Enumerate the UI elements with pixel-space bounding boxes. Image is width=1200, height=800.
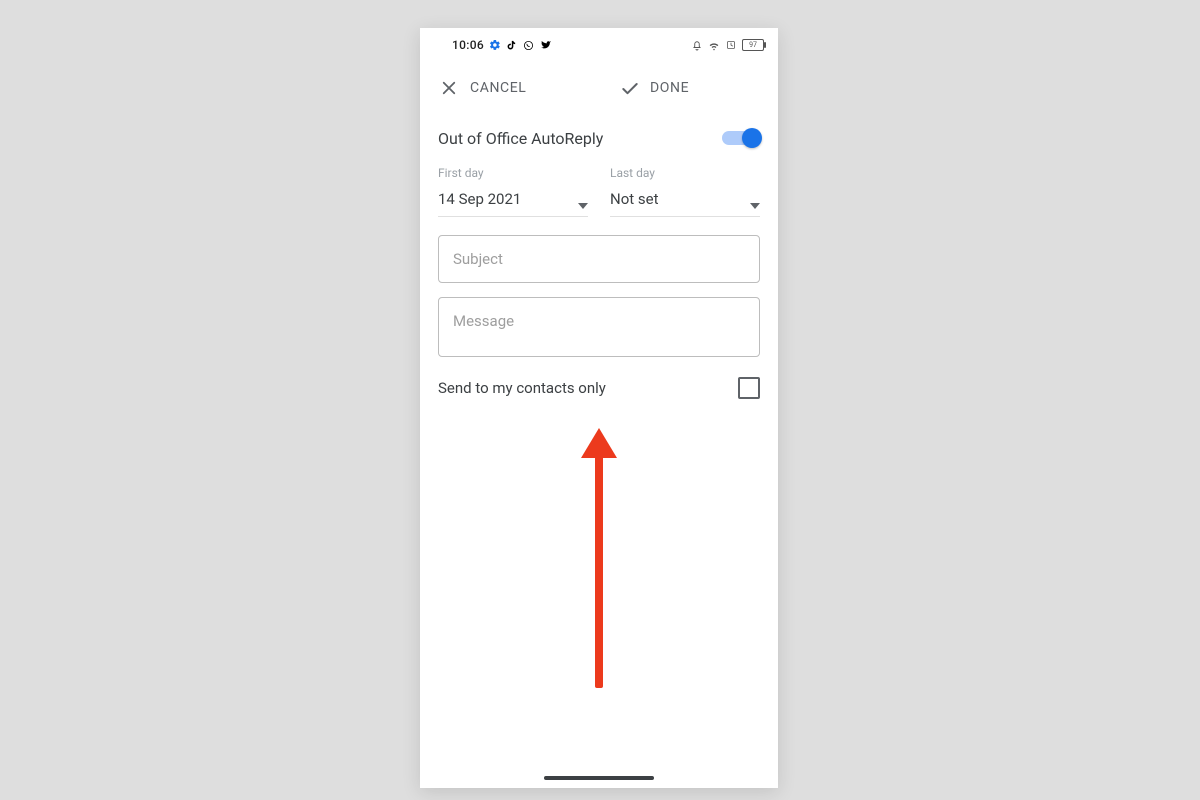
message-input[interactable]: Message <box>438 297 760 357</box>
home-indicator <box>544 776 654 780</box>
status-time: 10:06 <box>452 38 484 52</box>
last-day-value: Not set <box>610 190 659 208</box>
charge-icon <box>725 39 737 51</box>
message-placeholder: Message <box>453 312 514 330</box>
autoreply-toggle-row: Out of Office AutoReply <box>438 122 760 166</box>
first-day-label: First day <box>438 166 588 180</box>
last-day-label: Last day <box>610 166 760 180</box>
subject-placeholder: Subject <box>453 250 503 268</box>
wifi-icon <box>708 39 720 51</box>
settings-content: Out of Office AutoReply First day 14 Sep… <box>420 114 778 405</box>
twitter-icon <box>540 39 552 51</box>
status-bar: 10:06 97 <box>420 28 778 62</box>
tiktok-icon <box>506 39 518 51</box>
done-label: DONE <box>650 80 689 96</box>
date-range: First day 14 Sep 2021 Last day Not set <box>438 166 760 217</box>
annotation-arrow <box>592 428 606 688</box>
cancel-button[interactable]: CANCEL <box>426 79 592 97</box>
done-button[interactable]: DONE <box>592 79 772 97</box>
battery-indicator: 97 <box>742 39 764 51</box>
phone-frame: 10:06 97 <box>420 28 778 788</box>
chevron-down-icon <box>578 194 588 204</box>
dnd-bell-icon <box>691 39 703 51</box>
last-day-picker[interactable]: Not set <box>610 186 760 217</box>
check-icon <box>620 79 638 97</box>
cancel-label: CANCEL <box>470 80 526 96</box>
contacts-only-label: Send to my contacts only <box>438 379 606 397</box>
settings-gear-icon <box>489 39 501 51</box>
app-bar: CANCEL DONE <box>420 62 778 114</box>
close-icon <box>440 79 458 97</box>
contacts-only-checkbox[interactable] <box>738 377 760 399</box>
first-day-value: 14 Sep 2021 <box>438 190 521 208</box>
whatsapp-icon <box>523 39 535 51</box>
chevron-down-icon <box>750 194 760 204</box>
contacts-only-row: Send to my contacts only <box>438 371 760 405</box>
autoreply-switch[interactable] <box>722 128 760 148</box>
subject-input[interactable]: Subject <box>438 235 760 283</box>
first-day-picker[interactable]: 14 Sep 2021 <box>438 186 588 217</box>
autoreply-label: Out of Office AutoReply <box>438 129 603 148</box>
